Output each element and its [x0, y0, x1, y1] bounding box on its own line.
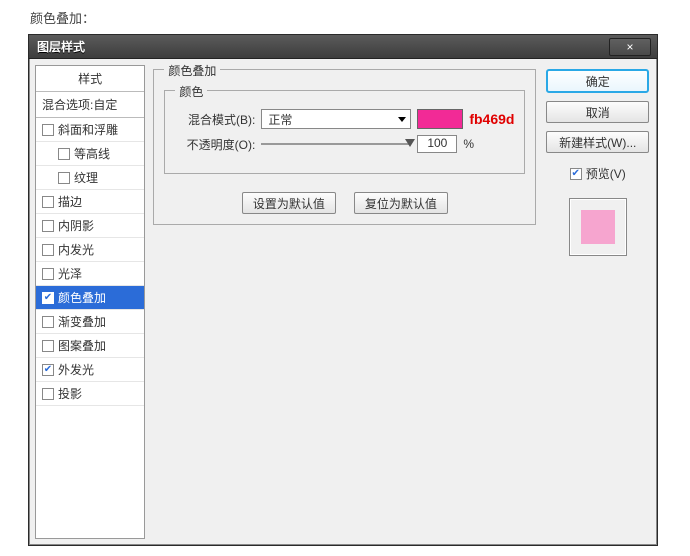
center-panel: 颜色叠加 颜色 混合模式(B): 正常 fb469d 不透明度(O): [151, 65, 538, 539]
style-checkbox[interactable] [42, 268, 54, 280]
right-panel: 确定 取消 新建样式(W)... ✔ 预览(V) [544, 65, 651, 539]
color-inner-group: 颜色 混合模式(B): 正常 fb469d 不透明度(O): [164, 90, 525, 174]
style-checkbox[interactable] [58, 148, 70, 160]
style-item-label: 纹理 [74, 169, 98, 186]
style-item-label: 等高线 [74, 145, 110, 162]
blend-mode-select[interactable]: 正常 [261, 109, 411, 129]
blend-options-row[interactable]: 混合选项:自定 [36, 92, 144, 118]
titlebar: 图层样式 × [29, 35, 657, 59]
group-legend: 颜色叠加 [164, 62, 220, 79]
dialog-title: 图层样式 [37, 38, 609, 55]
style-item[interactable]: 投影 [36, 382, 144, 406]
style-item-label: 颜色叠加 [58, 289, 106, 306]
slider-track-line [261, 143, 411, 145]
style-item[interactable]: ✔ 颜色叠加 [36, 286, 144, 310]
style-item[interactable]: 斜面和浮雕 [36, 118, 144, 142]
style-checkbox[interactable]: ✔ [42, 292, 54, 304]
style-checkbox[interactable] [42, 340, 54, 352]
blend-mode-label: 混合模式(B): [175, 111, 255, 128]
style-checkbox[interactable] [42, 196, 54, 208]
style-item[interactable]: 光泽 [36, 262, 144, 286]
style-item-label: 外发光 [58, 361, 94, 378]
close-button[interactable]: × [609, 38, 651, 56]
opacity-slider[interactable] [261, 137, 411, 151]
preview-label: 预览(V) [586, 165, 626, 182]
page-caption: 颜色叠加： [0, 0, 690, 27]
ok-button[interactable]: 确定 [546, 69, 649, 93]
overlay-color-hex: fb469d [469, 111, 514, 127]
style-checkbox[interactable] [42, 244, 54, 256]
overlay-color-swatch[interactable] [417, 109, 463, 129]
style-item-label: 渐变叠加 [58, 313, 106, 330]
default-buttons-row: 设置为默认值 复位为默认值 [164, 192, 525, 214]
style-checkbox[interactable] [58, 172, 70, 184]
slider-thumb-icon [405, 139, 415, 147]
styles-list: 斜面和浮雕等高线纹理描边内阴影内发光光泽 ✔ 颜色叠加渐变叠加图案叠加 ✔ 外发光投影 [36, 118, 144, 406]
style-item[interactable]: 等高线 [36, 142, 144, 166]
style-item[interactable]: 内阴影 [36, 214, 144, 238]
style-checkbox[interactable] [42, 316, 54, 328]
reset-default-button[interactable]: 复位为默认值 [354, 192, 448, 214]
style-checkbox[interactable] [42, 124, 54, 136]
opacity-label: 不透明度(O): [175, 136, 255, 153]
opacity-unit: % [463, 137, 474, 151]
opacity-input[interactable]: 100 [417, 135, 457, 153]
style-item[interactable]: 描边 [36, 190, 144, 214]
style-item[interactable]: 内发光 [36, 238, 144, 262]
set-default-button[interactable]: 设置为默认值 [242, 192, 336, 214]
preview-checkbox-row[interactable]: ✔ 预览(V) [546, 165, 649, 182]
style-item[interactable]: ✔ 外发光 [36, 358, 144, 382]
style-item[interactable]: 纹理 [36, 166, 144, 190]
color-overlay-group: 颜色叠加 颜色 混合模式(B): 正常 fb469d 不透明度(O): [153, 69, 536, 225]
style-checkbox[interactable]: ✔ [42, 364, 54, 376]
style-item-label: 内阴影 [58, 217, 94, 234]
inner-legend: 颜色 [175, 83, 207, 100]
style-item-label: 斜面和浮雕 [58, 121, 118, 138]
blend-mode-row: 混合模式(B): 正常 fb469d [175, 109, 514, 129]
styles-panel: 样式 混合选项:自定 斜面和浮雕等高线纹理描边内阴影内发光光泽 ✔ 颜色叠加渐变叠加… [35, 65, 145, 539]
style-item-label: 内发光 [58, 241, 94, 258]
new-style-button[interactable]: 新建样式(W)... [546, 131, 649, 153]
style-item[interactable]: 渐变叠加 [36, 310, 144, 334]
layer-style-dialog: 图层样式 × 样式 混合选项:自定 斜面和浮雕等高线纹理描边内阴影内发光光泽 ✔ 颜… [28, 34, 658, 546]
preview-chip [581, 210, 615, 244]
preview-checkbox[interactable]: ✔ [570, 168, 582, 180]
style-checkbox[interactable] [42, 220, 54, 232]
blend-mode-value: 正常 [268, 111, 292, 128]
styles-header: 样式 [36, 66, 144, 92]
style-item-label: 光泽 [58, 265, 82, 282]
opacity-row: 不透明度(O): 100 % [175, 135, 514, 153]
style-item-label: 图案叠加 [58, 337, 106, 354]
preview-box [569, 198, 627, 256]
style-checkbox[interactable] [42, 388, 54, 400]
style-item[interactable]: 图案叠加 [36, 334, 144, 358]
dialog-body: 样式 混合选项:自定 斜面和浮雕等高线纹理描边内阴影内发光光泽 ✔ 颜色叠加渐变叠加… [29, 59, 657, 545]
style-item-label: 描边 [58, 193, 82, 210]
chevron-down-icon [398, 117, 406, 122]
close-icon: × [626, 40, 633, 54]
cancel-button[interactable]: 取消 [546, 101, 649, 123]
style-item-label: 投影 [58, 385, 82, 402]
